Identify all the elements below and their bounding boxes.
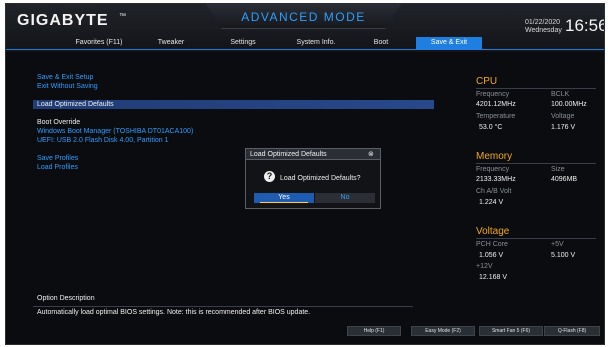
memory-title: Memory (476, 151, 513, 162)
option-description-text: Automatically load optimal BIOS settings… (37, 309, 311, 316)
memory-size-value: 4096MB (551, 176, 578, 183)
tab-system-info[interactable]: System Info. (286, 37, 346, 49)
voltage-title: Voltage (476, 226, 510, 237)
smart-fan-button[interactable]: Smart Fan 5 (F6) (479, 326, 543, 336)
tab-save-exit[interactable]: Save & Exit (416, 37, 482, 49)
dialog-message: Load Optimized Defaults? (280, 175, 361, 182)
day-text: Wednesday (525, 27, 562, 34)
voltage-divider (476, 238, 596, 239)
cpu-frequency-label: Frequency (476, 91, 510, 98)
memory-frequency-value: 2133.33MHz (476, 176, 516, 183)
clock-time: 16:56 (565, 16, 605, 35)
pch-core-value: 1.056 V (479, 252, 504, 259)
memory-volt-label: Ch A/B Volt (476, 188, 512, 195)
no-button[interactable]: No (315, 193, 375, 203)
cpu-bclk-value: 100.00MHz (551, 101, 587, 108)
date-text: 01/22/2020 (525, 19, 561, 26)
memory-volt-value: 1.224 V (479, 199, 504, 206)
menu-load-profiles[interactable]: Load Profiles (37, 164, 78, 172)
pch-core-label: PCH Core (476, 241, 508, 248)
memory-frequency-label: Frequency (476, 166, 510, 173)
dialog-titlebar: Load Optimized Defaults ⊗ (246, 149, 380, 160)
menu-boot-option-1[interactable]: Windows Boot Manager (TOSHIBA DT01ACA100… (37, 128, 193, 136)
question-icon: ? (264, 171, 275, 182)
mode-title[interactable]: ADVANCED MODE (206, 10, 401, 24)
cpu-temperature-value: 53.0 °C (479, 124, 503, 131)
menu-boot-option-2[interactable]: UEFI: USB 2.0 Flash Disk 4.00, Partition… (37, 137, 169, 145)
cpu-title: CPU (476, 76, 498, 87)
cpu-voltage-label: Voltage (551, 113, 575, 120)
help-button[interactable]: Help (F1) (347, 326, 401, 336)
qflash-button[interactable]: Q-Flash (F8) (544, 326, 600, 336)
cpu-divider (476, 88, 596, 89)
menu-load-optimized-defaults[interactable]: Load Optimized Defaults (37, 101, 114, 109)
easy-mode-button[interactable]: Easy Mode (F2) (411, 326, 475, 336)
menu-exit-without-saving[interactable]: Exit Without Saving (37, 83, 98, 91)
confirm-dialog: Load Optimized Defaults ⊗ ? Load Optimiz… (245, 148, 381, 209)
cpu-frequency-value: 4201.12MHz (476, 101, 516, 108)
cpu-voltage-value: 1.176 V (551, 124, 576, 131)
memory-divider (476, 163, 596, 164)
trademark-mark: ™ (119, 13, 126, 20)
menu-save-profiles[interactable]: Save Profiles (37, 155, 78, 163)
dialog-title: Load Optimized Defaults (250, 151, 327, 158)
tab-underline (6, 49, 604, 50)
description-divider (33, 306, 413, 307)
tab-tweaker[interactable]: Tweaker (146, 37, 196, 49)
plus5v-label: +5V (551, 241, 564, 248)
date-display: 01/22/2020 Wednesday (525, 19, 562, 35)
plus5v-value: 5.100 V (551, 252, 576, 259)
boot-override-heading: Boot Override (37, 119, 81, 126)
memory-size-label: Size (551, 166, 565, 173)
brand-logo: GIGABYTE (17, 12, 109, 29)
tab-settings[interactable]: Settings (218, 37, 268, 49)
yes-button[interactable]: Yes (254, 193, 314, 203)
tab-boot[interactable]: Boot (364, 37, 398, 49)
option-description-heading: Option Description (37, 295, 95, 302)
plus12v-label: +12V (476, 263, 493, 270)
cpu-bclk-label: BCLK (551, 91, 570, 98)
plus12v-value: 12.168 V (479, 274, 508, 281)
bios-window: GIGABYTE ™ ADVANCED MODE 01/22/2020 Wedn… (5, 3, 605, 345)
close-icon[interactable]: ⊗ (368, 150, 374, 158)
cpu-temperature-label: Temperature (476, 113, 516, 120)
tab-favorites[interactable]: Favorites (F11) (64, 37, 134, 49)
menu-save-exit-setup[interactable]: Save & Exit Setup (37, 74, 93, 82)
header-bar: GIGABYTE ™ ADVANCED MODE 01/22/2020 Wedn… (6, 4, 604, 52)
